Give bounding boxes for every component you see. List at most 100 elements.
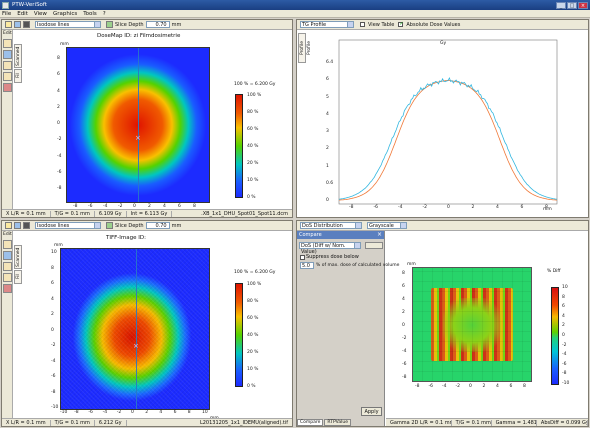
edit-tab[interactable]: Edit: [2, 231, 12, 238]
y-tick-label: -4: [562, 352, 567, 358]
dose-map-image[interactable]: ×: [66, 47, 210, 203]
vtab-fil[interactable]: Fil: [14, 69, 22, 83]
compare-mode-select[interactable]: DoS (Diff w/ Nom. Value): [299, 242, 361, 255]
open-icon[interactable]: [5, 21, 12, 28]
tiff-image-pane: Isodose lines Slice Depth 0.70 mm Edit S…: [1, 220, 293, 427]
profile-select[interactable]: TG Profile: [300, 21, 354, 28]
display-mode-select[interactable]: Isodose lines: [35, 222, 101, 229]
tiff-dose-image[interactable]: ×: [60, 248, 210, 410]
tool-select-icon[interactable]: [3, 240, 12, 249]
y-tick-label: -2: [562, 342, 567, 348]
profile-pane: TG Profile View Table Absolute Dose Valu…: [296, 19, 589, 218]
tool-profile-icon[interactable]: [3, 262, 12, 271]
menu-view[interactable]: View: [34, 11, 47, 17]
dose-map-pane: Isodose lines Slice Depth 0.70 mm Edit S…: [1, 19, 293, 218]
app-icon: [2, 1, 9, 9]
print-icon[interactable]: [23, 21, 30, 28]
suppress-dose-text: % of max. dose of calculated volume: [316, 263, 400, 268]
legend-title: % Diff: [547, 269, 561, 274]
profile-toolbar: TG Profile View Table Absolute Dose Valu…: [297, 20, 588, 30]
view-table-checkbox[interactable]: [360, 22, 365, 27]
colormap-select[interactable]: Grayscale: [367, 222, 407, 229]
minimize-button[interactable]: _: [556, 1, 566, 9]
y-tick-label: 0.6: [326, 180, 334, 186]
x-tick-label: -6: [428, 384, 434, 389]
x-tick-label: -6: [373, 205, 379, 210]
y-tick-label: 0: [402, 323, 405, 328]
menu-graphics[interactable]: Graphics: [53, 11, 77, 17]
y-tick-label: 0: [57, 121, 60, 126]
save-icon[interactable]: [14, 222, 21, 229]
menu-file[interactable]: File: [2, 11, 11, 17]
vtab-profile[interactable]: Profile Profile: [298, 33, 312, 63]
y-tick-label: 60 %: [247, 316, 259, 321]
display-mode-select[interactable]: Isodose lines: [35, 21, 101, 28]
profile-chart[interactable]: [309, 31, 588, 217]
dose-map-toolbar: Isodose lines Slice Depth 0.70 mm: [2, 20, 292, 30]
tab-rtp-value[interactable]: RTPValue: [324, 419, 352, 426]
x-tick-label: 4: [159, 410, 163, 415]
x-tick-label: 6: [173, 410, 177, 415]
apply-button[interactable]: Apply: [361, 407, 382, 416]
tool-zoom-icon[interactable]: [3, 50, 12, 59]
gamma-map-image[interactable]: [412, 267, 532, 382]
tool-delete-icon[interactable]: [3, 284, 12, 293]
close-button[interactable]: ×: [578, 1, 588, 9]
slice-depth-input[interactable]: 0.70: [145, 222, 170, 229]
status-tg: T/G = 0.1 mm: [452, 419, 492, 426]
y-tick-label: 8: [402, 271, 405, 276]
y-tick-label: 6: [326, 77, 329, 83]
compare-pane: DoS Distribution Grayscale Compare × DoS…: [296, 220, 589, 427]
y-tick-label: 3: [326, 129, 329, 134]
compare-options-button[interactable]: [365, 242, 383, 249]
vtab-scanned[interactable]: Scanned: [14, 245, 22, 269]
menu-help[interactable]: ?: [103, 11, 106, 17]
x-tick-label: 2: [482, 384, 486, 389]
x-tick-label: -2: [422, 205, 428, 210]
x-tick-label: 4: [496, 205, 499, 210]
x-tick-label: 8: [187, 410, 191, 415]
distribution-select[interactable]: DoS Distribution: [300, 222, 362, 229]
vtab-scanned[interactable]: Scanned: [14, 44, 22, 68]
x-tick-label: 0: [447, 205, 450, 210]
tool-ruler-icon[interactable]: [3, 72, 12, 81]
tool-ruler-icon[interactable]: [3, 273, 12, 282]
tool-profile-icon[interactable]: [3, 61, 12, 70]
menu-edit[interactable]: Edit: [17, 11, 28, 17]
suppress-dose-checkbox[interactable]: [300, 254, 305, 260]
slice-icon[interactable]: [106, 21, 113, 28]
y-tick-label: -6: [51, 374, 56, 379]
y-tick-label: -4: [57, 153, 62, 159]
open-icon[interactable]: [5, 222, 12, 229]
x-tick-label: 0: [131, 410, 134, 415]
tool-zoom-icon[interactable]: [3, 251, 12, 260]
vtab-fil[interactable]: Fil: [14, 270, 22, 284]
edit-tab[interactable]: Edit: [2, 30, 12, 37]
status-resolution: X L/R = 0.1 mm: [2, 419, 51, 426]
y-tick-label: 2: [57, 104, 60, 110]
slice-icon[interactable]: [106, 222, 113, 229]
tool-delete-icon[interactable]: [3, 83, 12, 92]
slice-depth-unit: mm: [171, 222, 182, 229]
plot-title: TIFF-Image ID:: [106, 235, 146, 241]
tool-select-icon[interactable]: [3, 39, 12, 48]
plot-title: DoseMap ID: zi Filmdosimetrie: [97, 33, 181, 39]
y-tick-label: -4: [51, 358, 56, 364]
y-tick-label: 6: [57, 72, 60, 78]
x-tick-label: 10: [202, 410, 208, 415]
absolute-dose-checkbox[interactable]: [398, 21, 404, 27]
tab-compare[interactable]: Compare: [297, 419, 324, 426]
save-icon[interactable]: [14, 21, 21, 28]
compare-status-bar: Gamma 2D L/R = 0.1 mm T/G = 0.1 mm Gamma…: [386, 418, 588, 426]
suppress-dose-input[interactable]: 5.0: [300, 262, 314, 269]
maximize-button[interactable]: □: [567, 1, 577, 9]
status-file: .XB_1x1_DHU_Spot01_Spot11.dcm: [201, 210, 288, 217]
x-tick-label: 0: [469, 384, 472, 389]
print-icon[interactable]: [23, 222, 30, 229]
crosshair-vertical: [136, 249, 137, 409]
menu-bar: File Edit View Graphics Tools ?: [0, 10, 590, 18]
y-tick-label: 0: [326, 198, 329, 203]
menu-tools[interactable]: Tools: [83, 11, 97, 17]
close-compare-icon[interactable]: ×: [377, 231, 382, 239]
slice-depth-input[interactable]: 0.70: [145, 21, 170, 28]
